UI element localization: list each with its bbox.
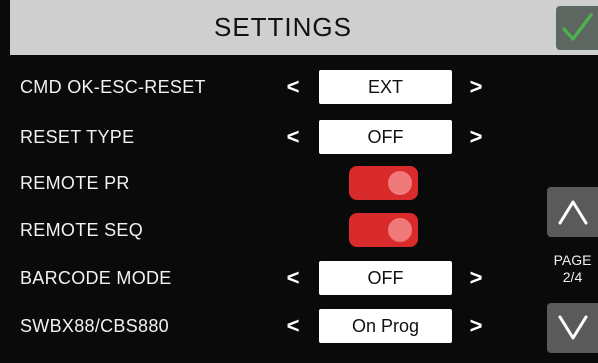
- next-value-button[interactable]: >: [466, 307, 486, 345]
- next-value-button[interactable]: >: [466, 68, 486, 106]
- chevron-up-icon: [558, 200, 587, 225]
- setting-row-reset-type: RESET TYPE < OFF >: [0, 118, 540, 156]
- setting-label: SWBX88/CBS880: [20, 315, 169, 336]
- setting-row-remote-seq: REMOTE SEQ: [0, 211, 540, 249]
- setting-label: REMOTE PR: [20, 172, 130, 193]
- next-value-button[interactable]: >: [466, 118, 486, 156]
- setting-row-cmd-ok-esc-reset: CMD OK-ESC-RESET < EXT >: [0, 68, 540, 106]
- toggle-knob: [388, 218, 412, 242]
- prev-value-button[interactable]: <: [283, 118, 303, 156]
- prev-value-button[interactable]: <: [283, 68, 303, 106]
- setting-label: REMOTE SEQ: [20, 219, 144, 240]
- check-icon: [562, 13, 593, 41]
- confirm-button[interactable]: [556, 6, 598, 50]
- next-value-button[interactable]: >: [466, 259, 486, 297]
- page-indicator: PAGE 2/4: [547, 252, 598, 286]
- prev-value-button[interactable]: <: [283, 259, 303, 297]
- chevron-down-icon: [558, 315, 587, 340]
- setting-label: BARCODE MODE: [20, 267, 172, 288]
- page-number: 2/4: [562, 269, 583, 285]
- remote-seq-toggle[interactable]: [349, 213, 418, 247]
- setting-label: CMD OK-ESC-RESET: [20, 76, 206, 97]
- setting-label: RESET TYPE: [20, 126, 135, 147]
- page-down-button[interactable]: [547, 303, 598, 353]
- setting-value[interactable]: OFF: [319, 261, 452, 295]
- page-label: PAGE: [553, 252, 592, 268]
- setting-value[interactable]: OFF: [319, 120, 452, 154]
- toggle-knob: [388, 171, 412, 195]
- setting-value[interactable]: EXT: [319, 70, 452, 104]
- setting-value[interactable]: On Prog: [319, 309, 452, 343]
- setting-row-remote-pr: REMOTE PR: [0, 164, 540, 202]
- page-up-button[interactable]: [547, 187, 598, 237]
- remote-pr-toggle[interactable]: [349, 166, 418, 200]
- prev-value-button[interactable]: <: [283, 307, 303, 345]
- setting-row-swbx88-cbs880: SWBX88/CBS880 < On Prog >: [0, 307, 540, 345]
- setting-row-barcode-mode: BARCODE MODE < OFF >: [0, 259, 540, 297]
- page-title: SETTINGS: [213, 12, 352, 42]
